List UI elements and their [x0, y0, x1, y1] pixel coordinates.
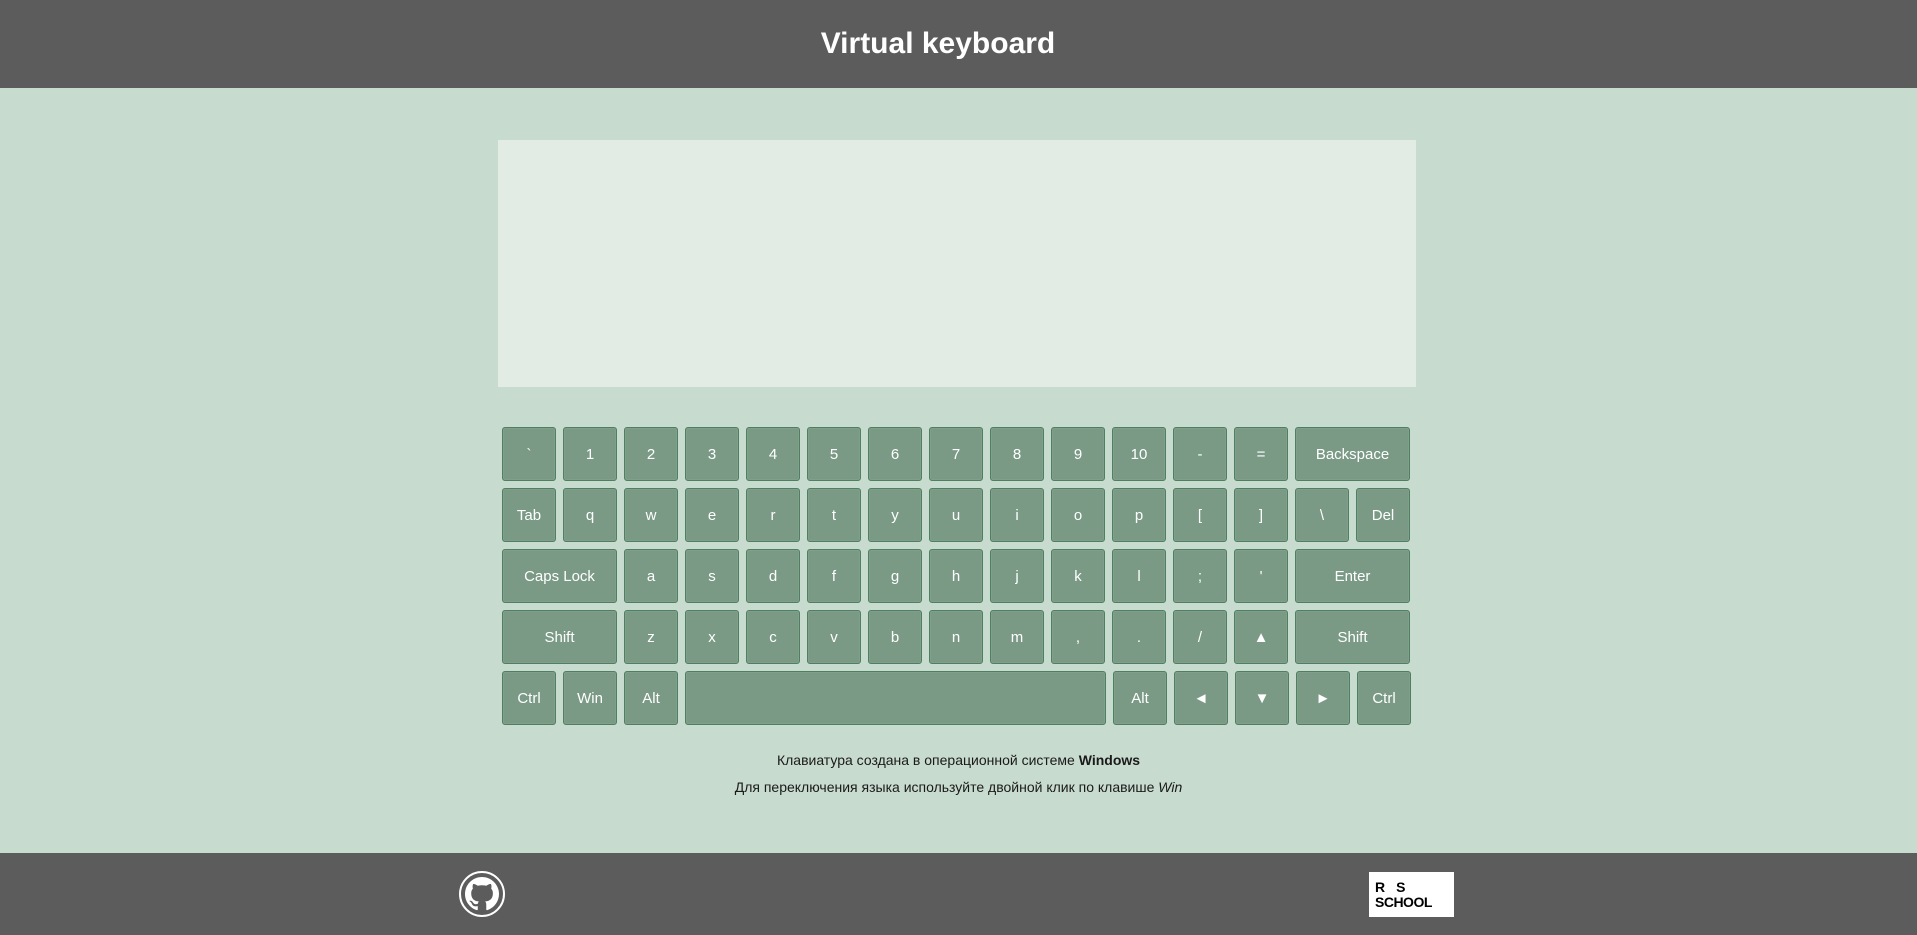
key-4[interactable]: 4 — [746, 427, 800, 481]
key-6[interactable]: 6 — [868, 427, 922, 481]
key-g[interactable]: g — [868, 549, 922, 603]
key-bracket-left[interactable]: [ — [1173, 488, 1227, 542]
key-8[interactable]: 8 — [990, 427, 1044, 481]
key-c[interactable]: c — [746, 610, 800, 664]
keyboard-row: Ctrl Win Alt Alt ◄ ▼ ► Ctrl — [502, 671, 1412, 725]
key-enter[interactable]: Enter — [1295, 549, 1410, 603]
key-space[interactable] — [685, 671, 1106, 725]
key-arrow-right[interactable]: ► — [1296, 671, 1350, 725]
key-ctrl-left[interactable]: Ctrl — [502, 671, 556, 725]
key-b[interactable]: b — [868, 610, 922, 664]
key-arrow-down[interactable]: ▼ — [1235, 671, 1289, 725]
page-header: Virtual keyboard — [0, 0, 1917, 88]
github-link[interactable] — [459, 871, 505, 917]
key-h[interactable]: h — [929, 549, 983, 603]
key-10[interactable]: 10 — [1112, 427, 1166, 481]
key-d[interactable]: d — [746, 549, 800, 603]
key-5[interactable]: 5 — [807, 427, 861, 481]
key-2[interactable]: 2 — [624, 427, 678, 481]
key-capslock[interactable]: Caps Lock — [502, 549, 617, 603]
key-9[interactable]: 9 — [1051, 427, 1105, 481]
keyboard-row: ` 1 2 3 4 5 6 7 8 9 10- = Backspace — [502, 427, 1412, 481]
key-p[interactable]: p — [1112, 488, 1166, 542]
key-r[interactable]: r — [746, 488, 800, 542]
key-alt-right[interactable]: Alt — [1113, 671, 1167, 725]
key-f[interactable]: f — [807, 549, 861, 603]
rs-school-logo[interactable]: RS SCHOOL — [1369, 872, 1454, 917]
rs-logo-line2: SCHOOL — [1375, 894, 1432, 910]
key-bracket-right[interactable]: ] — [1234, 488, 1288, 542]
key-a[interactable]: a — [624, 549, 678, 603]
key-t[interactable]: t — [807, 488, 861, 542]
page-footer: RS SCHOOL — [0, 853, 1917, 935]
key-1[interactable]: 1 — [563, 427, 617, 481]
key-i[interactable]: i — [990, 488, 1044, 542]
key-ctrl-right[interactable]: Ctrl — [1357, 671, 1411, 725]
virtual-keyboard: ` 1 2 3 4 5 6 7 8 9 10- = Backspace Tab q w e r t y u i o p[] \ D… — [502, 427, 1412, 732]
keyboard-row: Caps Lock a s d f g h j k l; ' Enter — [502, 549, 1412, 603]
key-u[interactable]: u — [929, 488, 983, 542]
key-backslash[interactable]: \ — [1295, 488, 1349, 542]
key-arrow-left[interactable]: ◄ — [1174, 671, 1228, 725]
rs-logo-line1: RS — [1375, 879, 1417, 895]
key-win[interactable]: Win — [563, 671, 617, 725]
info-lang-text: Для переключения языка используйте двойн… — [734, 779, 1159, 795]
key-q[interactable]: q — [563, 488, 617, 542]
key-o[interactable]: o — [1051, 488, 1105, 542]
key-3[interactable]: 3 — [685, 427, 739, 481]
github-icon — [465, 877, 499, 911]
key-n[interactable]: n — [929, 610, 983, 664]
info-lang-line: Для переключения языка используйте двойн… — [0, 779, 1917, 795]
key-e[interactable]: e — [685, 488, 739, 542]
key-quote[interactable]: ' — [1234, 549, 1288, 603]
info-os-text: Клавиатура создана в операционной систем… — [776, 752, 1079, 768]
key-m[interactable]: m — [990, 610, 1044, 664]
key-backquote[interactable]: ` — [502, 427, 556, 481]
key-z[interactable]: z — [624, 610, 678, 664]
key-minus[interactable]: - — [1173, 427, 1227, 481]
page-title: Virtual keyboard — [820, 27, 1056, 60]
keyboard-row: Tab q w e r t y u i o p[] \ Del — [502, 488, 1412, 542]
text-output[interactable] — [498, 140, 1416, 387]
key-comma[interactable]: , — [1051, 610, 1105, 664]
key-v[interactable]: v — [807, 610, 861, 664]
key-slash[interactable]: / — [1173, 610, 1227, 664]
key-tab[interactable]: Tab — [502, 488, 556, 542]
key-l[interactable]: l — [1112, 549, 1166, 603]
key-equal[interactable]: = — [1234, 427, 1288, 481]
key-k[interactable]: k — [1051, 549, 1105, 603]
key-period[interactable]: . — [1112, 610, 1166, 664]
key-x[interactable]: x — [685, 610, 739, 664]
info-lang-key: Win — [1158, 779, 1183, 795]
key-backspace[interactable]: Backspace — [1295, 427, 1410, 481]
key-semicolon[interactable]: ; — [1173, 549, 1227, 603]
key-y[interactable]: y — [868, 488, 922, 542]
keyboard-row: Shift z x c v b n m,. / ▲ Shift — [502, 610, 1412, 664]
key-arrow-up[interactable]: ▲ — [1234, 610, 1288, 664]
info-os-name: Windows — [1078, 752, 1141, 768]
key-shift-right[interactable]: Shift — [1295, 610, 1410, 664]
key-del[interactable]: Del — [1356, 488, 1410, 542]
key-w[interactable]: w — [624, 488, 678, 542]
key-s[interactable]: s — [685, 549, 739, 603]
key-j[interactable]: j — [990, 549, 1044, 603]
key-7[interactable]: 7 — [929, 427, 983, 481]
info-os-line: Клавиатура создана в операционной систем… — [0, 752, 1917, 768]
key-shift-left[interactable]: Shift — [502, 610, 617, 664]
key-alt-left[interactable]: Alt — [624, 671, 678, 725]
